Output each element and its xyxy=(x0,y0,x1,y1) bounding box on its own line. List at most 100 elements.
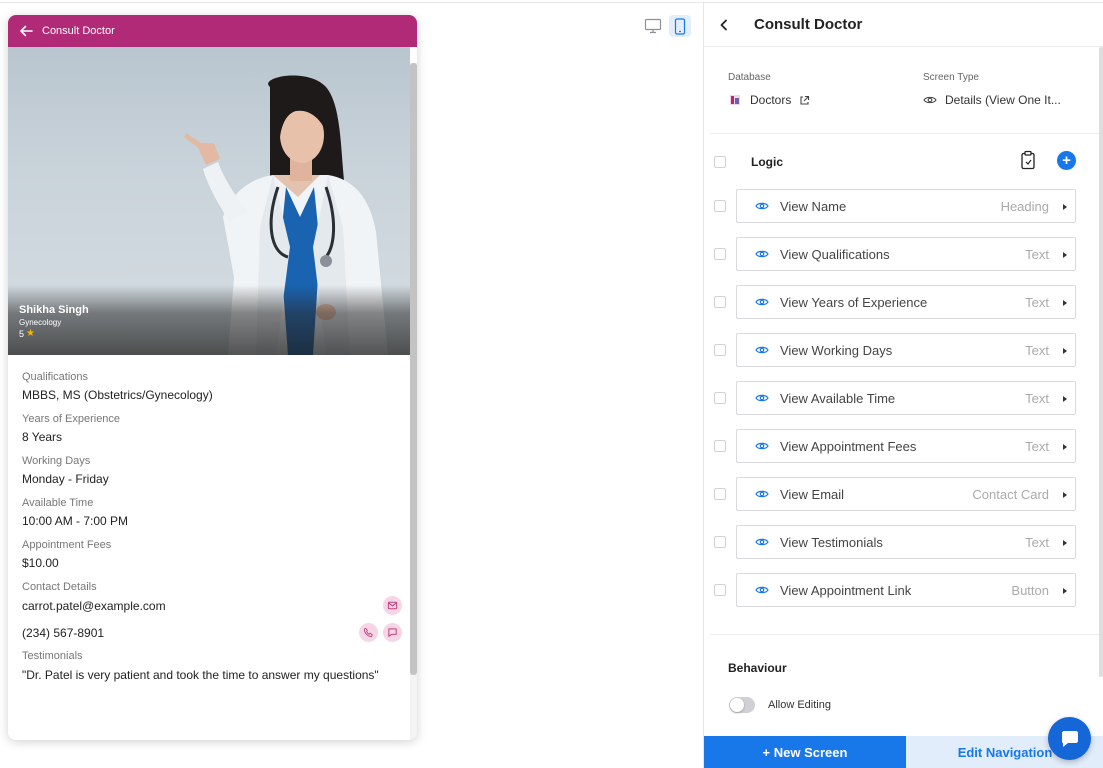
screen-type-value[interactable]: Details (View One It... xyxy=(923,93,1061,107)
allow-editing-toggle[interactable] xyxy=(729,697,755,713)
chevron-left-icon[interactable] xyxy=(719,19,729,31)
caret-right-icon[interactable] xyxy=(1063,348,1067,354)
doctor-details: Qualifications MBBS, MS (Obstetrics/Gyne… xyxy=(22,371,402,694)
chat-icon xyxy=(1061,730,1078,747)
field-available-time: Available Time 10:00 AM - 7:00 PM xyxy=(22,497,129,528)
arrow-left-icon[interactable] xyxy=(19,24,33,38)
caret-right-icon[interactable] xyxy=(1063,444,1067,450)
chat-support-button[interactable] xyxy=(1048,717,1091,760)
caret-right-icon[interactable] xyxy=(1063,396,1067,402)
screen-settings-panel: Consult Doctor Database Doctors Screen T… xyxy=(703,3,1103,768)
rating-value: 5 xyxy=(19,328,25,339)
plus-icon: + xyxy=(1062,152,1071,169)
mobile-icon xyxy=(674,17,686,35)
eye-icon[interactable] xyxy=(755,585,769,595)
panel-scrollbar[interactable] xyxy=(1099,47,1103,677)
component-type: Text xyxy=(1025,390,1049,406)
component-item[interactable]: View Qualifications Text xyxy=(736,237,1076,271)
eye-icon[interactable] xyxy=(755,201,769,211)
screen-type-label: Screen Type xyxy=(923,72,979,83)
external-link-icon[interactable] xyxy=(799,95,810,106)
component-type: Button xyxy=(1011,582,1049,598)
component-item[interactable]: View Name Heading xyxy=(736,189,1076,223)
component-name: View Available Time xyxy=(780,390,896,406)
screen-type-name: Details (View One It... xyxy=(945,93,1061,107)
row-checkbox[interactable] xyxy=(714,344,726,356)
mobile-view-button[interactable] xyxy=(669,15,691,37)
contact-phone-row: (234) 567-8901 xyxy=(22,622,402,644)
preview-title: Consult Doctor xyxy=(42,25,115,37)
component-name: View Appointment Fees xyxy=(780,438,917,454)
eye-icon[interactable] xyxy=(755,249,769,259)
phone-icon[interactable] xyxy=(359,623,378,642)
component-name: View Years of Experience xyxy=(780,294,928,310)
logic-row: Logic + xyxy=(714,149,1084,175)
row-checkbox[interactable] xyxy=(714,200,726,212)
eye-icon[interactable] xyxy=(755,393,769,403)
photo-gradient xyxy=(8,285,410,355)
eye-icon[interactable] xyxy=(755,297,769,307)
component-item[interactable]: View Email Contact Card xyxy=(736,477,1076,511)
logic-checkbox[interactable] xyxy=(714,156,726,168)
eye-icon xyxy=(923,96,937,104)
caret-right-icon[interactable] xyxy=(1063,492,1067,498)
caret-right-icon[interactable] xyxy=(1063,588,1067,594)
contact-email-row: carrot.patel@example.com xyxy=(22,595,402,617)
component-name: View Email xyxy=(780,486,845,502)
field-testimonials: Testimonials "Dr. Patel is very patient … xyxy=(22,650,402,683)
row-checkbox[interactable] xyxy=(714,488,726,500)
desktop-view-button[interactable] xyxy=(642,15,664,37)
star-icon: ★ xyxy=(26,328,35,339)
testimonial-text: "Dr. Patel is very patient and took the … xyxy=(22,668,379,682)
database-value[interactable]: Doctors xyxy=(728,93,810,107)
component-item[interactable]: View Testimonials Text xyxy=(736,525,1076,559)
row-checkbox[interactable] xyxy=(714,296,726,308)
component-item[interactable]: View Available Time Text xyxy=(736,381,1076,415)
contact-phone: (234) 567-8901 xyxy=(22,626,105,640)
add-component-button[interactable]: + xyxy=(1057,151,1076,170)
caret-right-icon[interactable] xyxy=(1063,252,1067,258)
component-item[interactable]: View Years of Experience Text xyxy=(736,285,1076,319)
panel-title: Consult Doctor xyxy=(754,16,863,33)
row-checkbox[interactable] xyxy=(714,248,726,260)
component-item[interactable]: View Appointment Fees Text xyxy=(736,429,1076,463)
database-icon xyxy=(730,95,740,105)
doctor-rating: 5 ★ xyxy=(19,328,35,339)
mail-icon[interactable] xyxy=(383,596,402,615)
panel-header: Consult Doctor xyxy=(704,3,1103,47)
contact-email: carrot.patel@example.com xyxy=(22,599,166,613)
component-name: View Testimonials xyxy=(780,534,883,550)
component-type: Text xyxy=(1025,246,1049,262)
doctor-specialty: Gynecology xyxy=(19,318,62,327)
preview-scrollbar-thumb[interactable] xyxy=(410,63,417,675)
eye-icon[interactable] xyxy=(755,489,769,499)
component-type: Contact Card xyxy=(972,486,1049,502)
caret-right-icon[interactable] xyxy=(1063,300,1067,306)
component-type: Text xyxy=(1025,438,1049,454)
caret-right-icon[interactable] xyxy=(1063,204,1067,210)
component-type: Text xyxy=(1025,534,1049,550)
component-type: Text xyxy=(1025,294,1049,310)
phone-preview: Consult Doctor Shikha Singh Gynecology 5… xyxy=(8,15,417,740)
eye-icon[interactable] xyxy=(755,537,769,547)
field-qualifications: Qualifications MBBS, MS (Obstetrics/Gyne… xyxy=(22,371,213,402)
eye-icon[interactable] xyxy=(755,441,769,451)
component-item[interactable]: View Appointment Link Button xyxy=(736,573,1076,607)
caret-right-icon[interactable] xyxy=(1063,540,1067,546)
eye-icon[interactable] xyxy=(755,345,769,355)
field-working-days: Working Days Monday - Friday xyxy=(22,455,109,486)
divider xyxy=(710,634,1103,635)
row-checkbox[interactable] xyxy=(714,392,726,404)
row-checkbox[interactable] xyxy=(714,536,726,548)
desktop-icon xyxy=(644,18,662,34)
clipboard-icon[interactable] xyxy=(1020,150,1036,170)
component-name: View Appointment Link xyxy=(780,582,912,598)
component-item[interactable]: View Working Days Text xyxy=(736,333,1076,367)
row-checkbox[interactable] xyxy=(714,440,726,452)
doctor-name: Shikha Singh xyxy=(19,304,89,316)
component-type: Heading xyxy=(1000,198,1049,214)
message-icon[interactable] xyxy=(383,623,402,642)
row-checkbox[interactable] xyxy=(714,584,726,596)
field-contact: Contact Details carrot.patel@example.com… xyxy=(22,581,402,644)
new-screen-button[interactable]: + New Screen xyxy=(704,736,906,768)
